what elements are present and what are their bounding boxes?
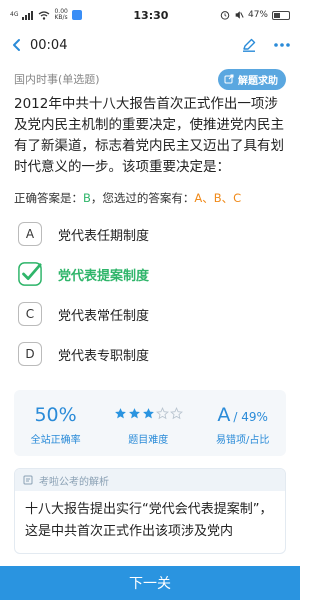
option-letter: A: [18, 222, 42, 246]
checkmark-icon: [18, 262, 42, 286]
alarm-icon: [220, 11, 230, 20]
difficulty-stat: 题目难度: [114, 400, 183, 446]
selected-answers: A、B、C: [194, 191, 242, 205]
accuracy-label: 全站正确率: [30, 435, 81, 446]
stats-panel: 50% 全站正确率 题目难度 A/ 49% 易错项/占比: [14, 390, 286, 456]
accuracy-stat: 50% 全站正确率: [31, 400, 81, 446]
option-letter: C: [18, 302, 42, 326]
selected-answer-prefix: ，您选过的答案有：: [90, 191, 195, 205]
star-filled-icon: [142, 407, 154, 418]
difficulty-stars: [114, 400, 183, 426]
mute-icon: [235, 11, 244, 19]
battery-percent: 47%: [247, 10, 268, 20]
question-meta: 国内时事(单选题) 解题求助: [0, 68, 300, 90]
option-letter: D: [18, 342, 42, 366]
help-button[interactable]: 解题求助: [218, 68, 286, 90]
accuracy-value: 50%: [34, 404, 77, 426]
wrong-option-value: A/ 49%: [217, 400, 268, 426]
option-d[interactable]: D 党代表专职制度: [18, 334, 282, 374]
wrong-option-label: 易错项/占比: [216, 435, 270, 446]
status-bar-right: 47%: [220, 10, 290, 20]
star-empty-icon: [169, 406, 183, 419]
wrong-option-letter: A: [217, 404, 231, 426]
analysis-header: 考啦公考的解析: [15, 469, 285, 491]
status-bar: 4G 0.00 KB/s 13:30 47%: [0, 0, 300, 30]
correct-answer: B: [83, 191, 91, 205]
analysis-panel: 考啦公考的解析 十八大报告提出实行“党代会代表提案制”，这是中共首次正式作出该项…: [14, 468, 286, 554]
top-bar: 00:04: [0, 30, 300, 60]
question-text: 2012年中共十八大报告首次正式作出一项涉及党内民主机制的重要决定，使推进党内民…: [14, 96, 284, 175]
option-c[interactable]: C 党代表常任制度: [18, 294, 282, 334]
star-filled-icon: [114, 407, 126, 418]
option-text: 党代表常任制度: [58, 308, 150, 324]
next-button[interactable]: 下一关: [0, 566, 300, 600]
option-text: 党代表专职制度: [58, 348, 150, 364]
app-notification-icon: [71, 10, 82, 20]
edit-pencil-icon[interactable]: [242, 38, 256, 52]
status-bar-left: 4G 0.00 KB/s: [10, 9, 82, 21]
help-button-label: 解题求助: [238, 75, 278, 87]
star-filled-icon: [128, 407, 140, 418]
document-icon: [23, 475, 33, 485]
back-arrow-icon[interactable]: [10, 38, 24, 52]
option-text: 党代表任期制度: [58, 228, 150, 244]
wrong-option-stat: A/ 49% 易错项/占比: [216, 400, 269, 446]
external-link-icon: [224, 74, 234, 84]
signal-icon: [22, 10, 34, 20]
analysis-title: 考啦公考的解析: [39, 476, 109, 488]
option-b[interactable]: 党代表提案制度: [18, 254, 282, 294]
network-speed: 0.00 KB/s: [54, 8, 68, 21]
status-time: 13:30: [133, 8, 169, 22]
question-type: 国内时事(单选题): [14, 73, 100, 86]
wrong-option-ratio: / 49%: [233, 410, 268, 424]
option-a[interactable]: A 党代表任期制度: [18, 214, 282, 254]
difficulty-label: 题目难度: [128, 435, 169, 446]
more-menu-icon[interactable]: [274, 42, 290, 48]
star-empty-icon: [155, 406, 169, 419]
battery-icon: [271, 10, 290, 20]
timer: 00:04: [30, 37, 68, 53]
next-button-label: 下一关: [129, 576, 171, 592]
options-list: A 党代表任期制度 党代表提案制度 C 党代表常任制度 D 党代表专职制度: [0, 214, 300, 374]
option-text: 党代表提案制度: [58, 268, 150, 284]
answer-summary: 正确答案是：B，您选过的答案有：A、B、C: [0, 190, 300, 206]
wifi-icon: [39, 10, 50, 20]
analysis-text: 十八大报告提出实行“党代会代表提案制”，这是中共首次正式作出该项涉及党内: [25, 502, 273, 539]
network-indicator: 4G: [10, 11, 19, 18]
correct-answer-prefix: 正确答案是：: [14, 191, 83, 205]
